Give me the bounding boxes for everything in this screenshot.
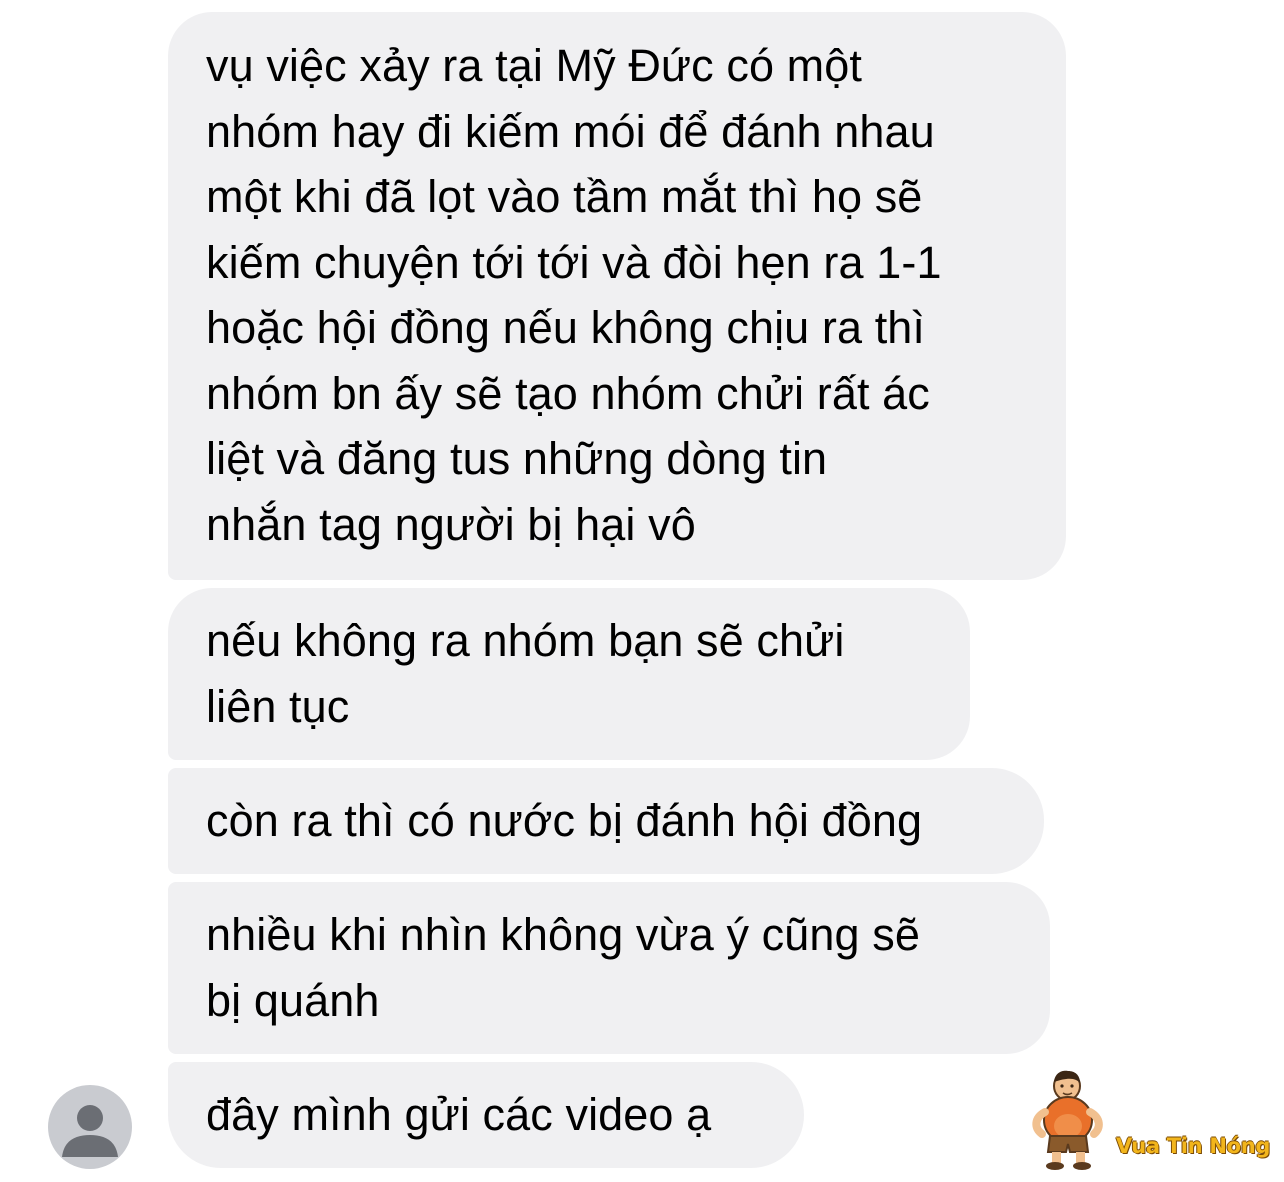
message-bubble[interactable]: còn ra thì có nước bị đánh hội đồng (168, 768, 1044, 874)
watermark-logo: Vua Tin Nóng (1022, 1064, 1278, 1176)
watermark-text: Vua Tin Nóng (1116, 1134, 1271, 1158)
person-silhouette-icon (62, 1105, 118, 1157)
message-bubble[interactable]: nhiều khi nhìn không vừa ý cũng sẽ bị qu… (168, 882, 1050, 1054)
message-bubble[interactable]: đây mình gửi các video ạ (168, 1062, 804, 1168)
sender-avatar[interactable] (48, 1085, 132, 1169)
cartoon-man-mascot-icon (1032, 1070, 1103, 1170)
message-thread: vụ việc xảy ra tại Mỹ Đức có một nhóm ha… (0, 0, 1284, 1182)
message-bubble[interactable]: vụ việc xảy ra tại Mỹ Đức có một nhóm ha… (168, 12, 1066, 580)
message-bubble[interactable]: nếu không ra nhóm bạn sẽ chửi liên tục (168, 588, 970, 760)
